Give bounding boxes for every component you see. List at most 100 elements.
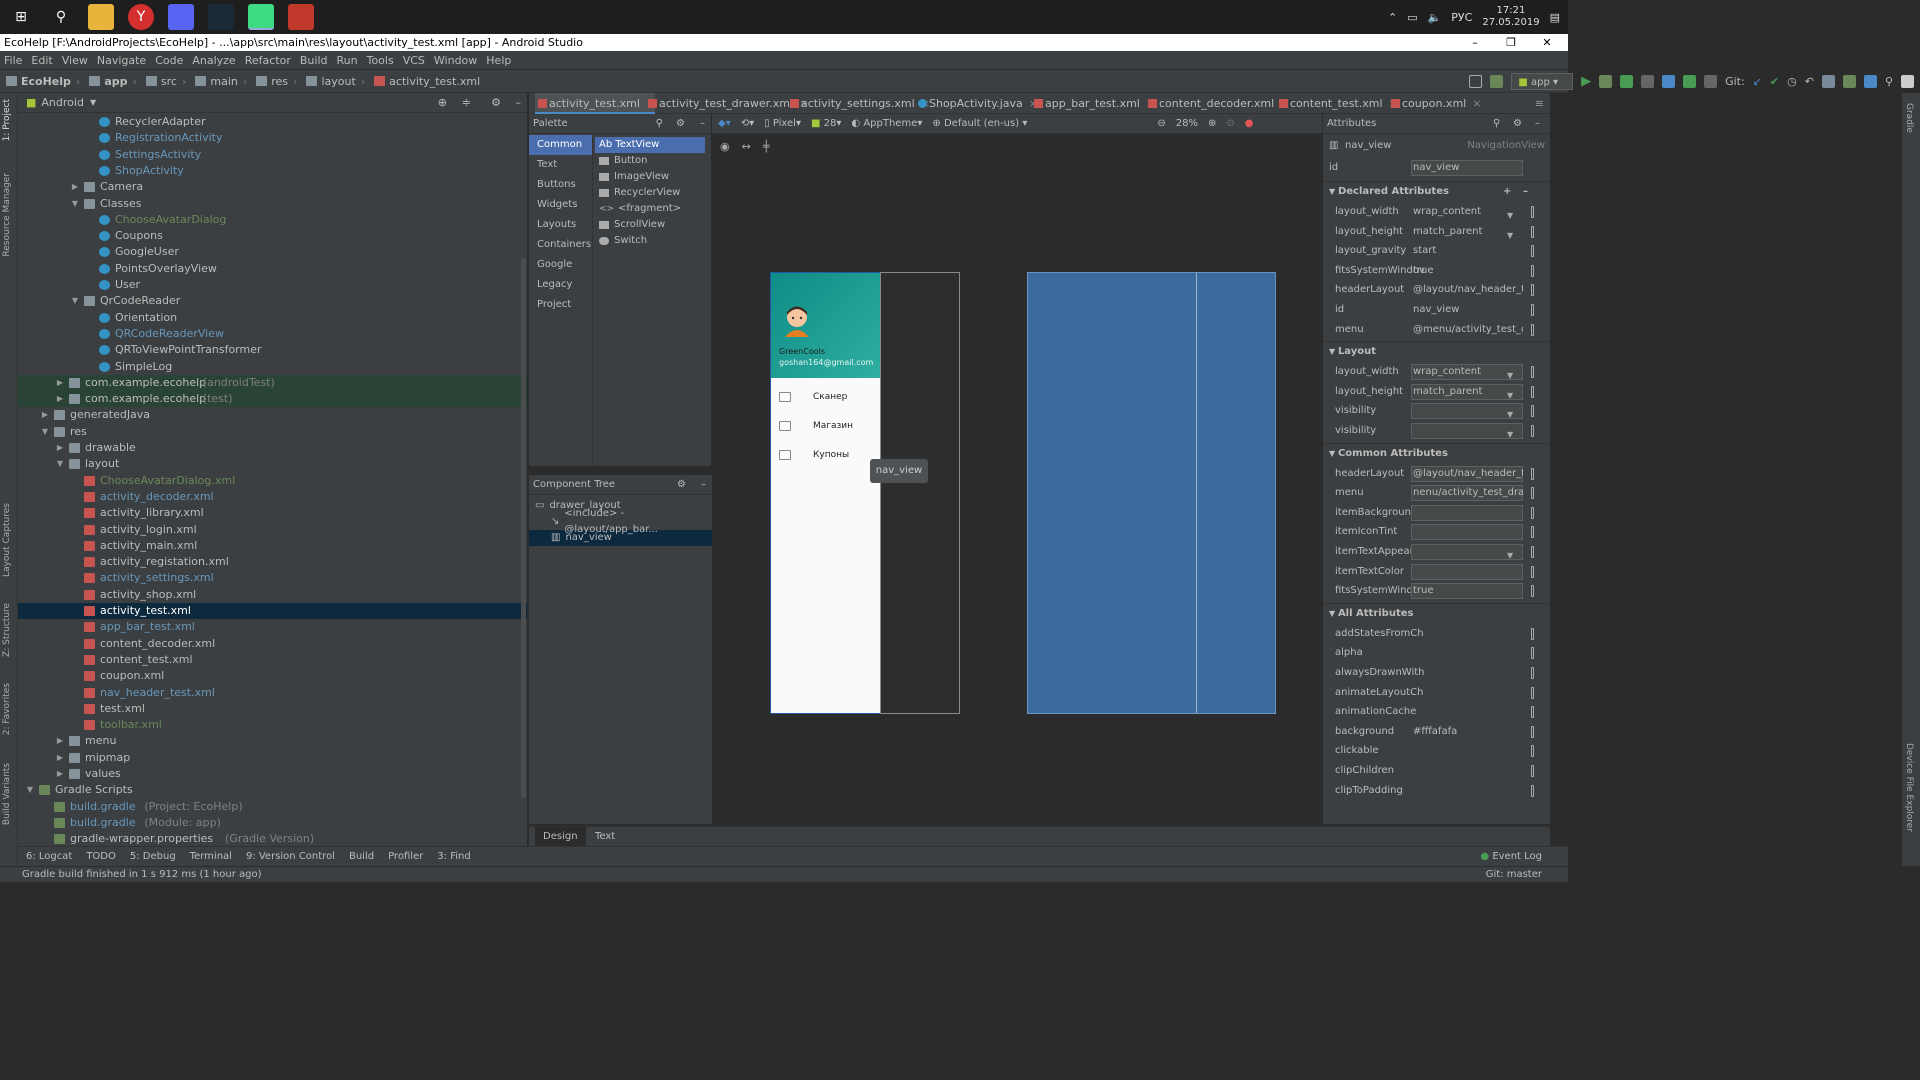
tool-profiler[interactable]: Profiler: [388, 851, 423, 862]
palette-cat-project[interactable]: Project: [529, 295, 592, 315]
tree-item[interactable]: toolbar.xml: [18, 717, 527, 733]
tree-item[interactable]: User: [18, 277, 527, 293]
gear-icon[interactable]: ⚙: [677, 475, 686, 495]
attr-pin-icon[interactable]: [1531, 245, 1534, 258]
vertical-resize-icon[interactable]: ╪: [763, 140, 770, 153]
attr-pin-icon[interactable]: [1531, 323, 1534, 336]
add-icon[interactable]: +: [1503, 182, 1511, 202]
tree-item[interactable]: ▼ Classes: [18, 196, 527, 212]
chevron-right-icon[interactable]: ▶: [55, 375, 65, 391]
chevron-right-icon[interactable]: ▶: [55, 440, 65, 456]
nav-item-coupons[interactable]: Купоны: [779, 450, 849, 460]
chevron-down-icon[interactable]: ▼: [70, 196, 80, 212]
section-header[interactable]: ▼ Declared Attributes + –: [1323, 181, 1550, 201]
tab-layout-captures[interactable]: Layout Captures: [2, 503, 12, 577]
tab-design[interactable]: Design: [535, 827, 586, 847]
tree-item[interactable]: ▼ QrCodeReader: [18, 293, 527, 309]
hide-icon[interactable]: –: [1535, 114, 1540, 134]
menu-tools[interactable]: Tools: [367, 54, 394, 67]
tool-build[interactable]: Build: [349, 851, 374, 862]
chevron-down-icon[interactable]: ▼: [90, 98, 96, 107]
menu-help[interactable]: Help: [486, 54, 511, 67]
attr-pin-icon[interactable]: [1531, 765, 1534, 777]
tree-item[interactable]: ShopActivity: [18, 163, 527, 179]
tree-item[interactable]: ▼ Gradle Scripts: [18, 782, 527, 798]
locale-select[interactable]: ⊕ Default (en-us) ▾: [932, 118, 1027, 129]
attr-value[interactable]: @layout/nav_header_test: [1413, 280, 1523, 300]
theme-select[interactable]: ◐ AppTheme▾: [851, 118, 922, 129]
attr-pin-icon[interactable]: [1531, 526, 1534, 539]
tab-structure[interactable]: Z: Structure: [2, 603, 12, 657]
yandex-browser-icon[interactable]: Y: [128, 4, 154, 30]
attr-value[interactable]: @menu/activity_test_drav: [1413, 320, 1523, 340]
menu-code[interactable]: Code: [155, 54, 183, 67]
palette-cat-google[interactable]: Google: [529, 255, 592, 275]
search-icon[interactable]: ⚲: [656, 118, 663, 129]
status-message[interactable]: Gradle build finished in 1 s 912 ms (1 h…: [22, 869, 262, 880]
attr-pin-icon[interactable]: [1531, 627, 1534, 640]
tab-shop-activity[interactable]: ShopActivity.java×: [915, 93, 1038, 114]
attr-pin-icon[interactable]: [1531, 506, 1534, 519]
palette-item-recyclerview[interactable]: RecyclerView: [599, 185, 705, 201]
nav-item-scanner[interactable]: Сканер: [779, 392, 847, 402]
attr-value[interactable]: start: [1413, 241, 1523, 261]
attr-pin-icon[interactable]: [1531, 686, 1534, 699]
attr-pin-icon[interactable]: [1531, 225, 1534, 238]
tree-item[interactable]: activity_settings.xml: [18, 570, 527, 586]
tree-item[interactable]: ▼ layout: [18, 456, 527, 472]
blueprint-preview[interactable]: [1027, 272, 1276, 714]
git-branch[interactable]: Git: master: [1486, 867, 1542, 883]
menu-window[interactable]: Window: [434, 54, 477, 67]
file-explorer-icon[interactable]: [88, 4, 114, 30]
tree-item[interactable]: activity_shop.xml: [18, 587, 527, 603]
palette-cat-layouts[interactable]: Layouts: [529, 215, 592, 235]
collapse-icon[interactable]: ≑: [462, 96, 471, 109]
search-icon[interactable]: ⚲: [48, 4, 74, 30]
palette-item-imageview[interactable]: ImageView: [599, 169, 705, 185]
tree-item[interactable]: activity_test.xml: [18, 603, 527, 619]
attr-pin-icon[interactable]: [1531, 467, 1534, 480]
attr-pin-icon[interactable]: [1531, 264, 1534, 277]
tree-item[interactable]: ChooseAvatarDialog: [18, 212, 527, 228]
tab-project[interactable]: 1: Project: [2, 99, 12, 141]
attach-debugger-icon[interactable]: [1683, 75, 1697, 88]
attr-pin-icon[interactable]: [1531, 546, 1534, 558]
run-config-select[interactable]: ■ app ▾: [1511, 73, 1574, 90]
tree-item[interactable]: content_test.xml: [18, 652, 527, 668]
tree-item[interactable]: PointsOverlayView: [18, 261, 527, 277]
attr-value[interactable]: nenu/activity_test_drawer: [1413, 483, 1523, 503]
maximize-button[interactable]: ❐: [1494, 34, 1528, 51]
tree-item[interactable]: RecyclerAdapter: [18, 114, 527, 130]
language-indicator[interactable]: РУС: [1451, 11, 1472, 24]
tree-item[interactable]: ▶ drawable: [18, 440, 527, 456]
git-revert-icon[interactable]: ↶: [1805, 75, 1814, 88]
tab-build-variants[interactable]: Build Variants: [2, 763, 12, 825]
avd-manager-icon[interactable]: [1842, 75, 1856, 88]
sync-gradle-icon[interactable]: [1821, 75, 1835, 88]
zoom-out-icon[interactable]: ⊖: [1157, 118, 1165, 129]
app-icon[interactable]: [288, 4, 314, 30]
palette-cat-common[interactable]: Common: [529, 135, 592, 155]
error-icon[interactable]: ●: [1245, 118, 1254, 129]
attr-pin-icon[interactable]: [1531, 304, 1534, 316]
tree-item[interactable]: activity_main.xml: [18, 538, 527, 554]
chevron-down-icon[interactable]: ▼: [1329, 187, 1338, 196]
make-project-icon[interactable]: [1490, 75, 1504, 88]
tree-item[interactable]: Orientation: [18, 310, 527, 326]
project-structure-icon[interactable]: [1469, 75, 1483, 88]
chevron-right-icon[interactable]: ▶: [70, 179, 80, 195]
git-commit-icon[interactable]: ✔: [1770, 75, 1779, 88]
attr-pin-icon[interactable]: [1531, 425, 1534, 437]
tree-item[interactable]: RegistrationActivity: [18, 130, 527, 146]
crumb-src[interactable]: src ›: [145, 75, 191, 88]
attr-pin-icon[interactable]: [1531, 366, 1534, 379]
close-button[interactable]: ✕: [1530, 34, 1564, 51]
device-select[interactable]: ▯ Pixel▾: [764, 118, 801, 129]
zoom-in-icon[interactable]: ⊕: [1208, 118, 1216, 129]
tab-activity-settings[interactable]: activity_settings.xml×: [787, 93, 930, 114]
palette-item-textview[interactable]: Ab TextView: [595, 137, 705, 153]
tab-activity-test[interactable]: activity_test.xml×: [535, 93, 656, 114]
api-select[interactable]: ■ 28▾: [811, 118, 841, 129]
git-update-icon[interactable]: ↙: [1753, 75, 1762, 88]
tree-item[interactable]: ▶ menu: [18, 733, 527, 749]
